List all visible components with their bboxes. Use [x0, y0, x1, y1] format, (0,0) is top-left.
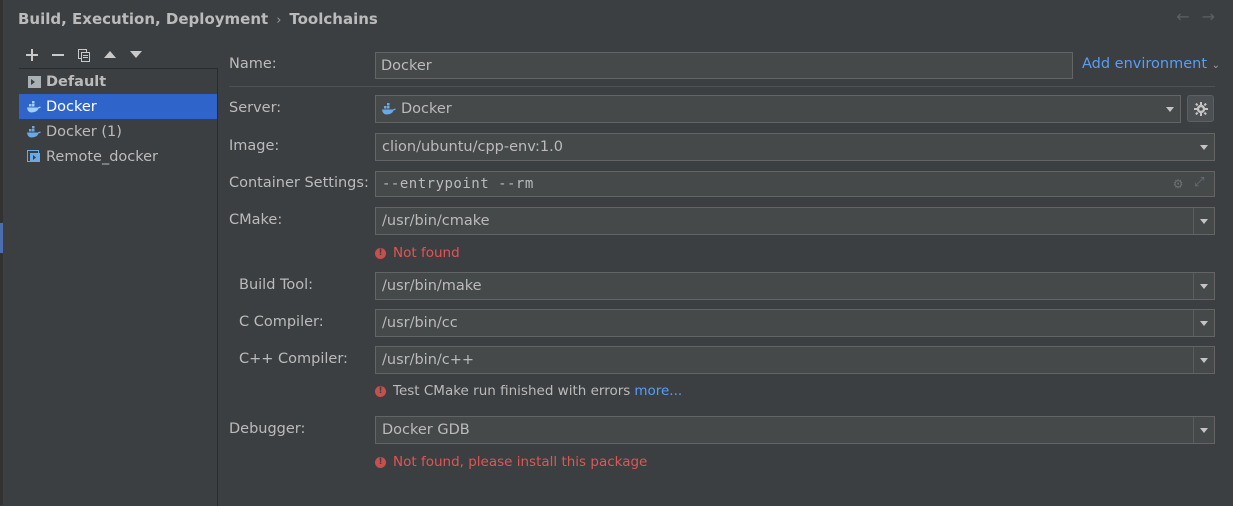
test-cmake-text: Test CMake run finished with errors [393, 383, 631, 399]
gear-icon[interactable]: ⚙ [1173, 177, 1184, 191]
image-label: Image: [229, 138, 280, 154]
add-environment-label: Add environment [1082, 56, 1208, 72]
name-label: Name: [229, 56, 277, 72]
debugger-error: ! Not found, please install this package [375, 454, 647, 470]
debugger-value: Docker GDB [382, 422, 470, 438]
toolchain-label: Default [46, 73, 107, 90]
docker-icon [27, 100, 41, 114]
server-settings-button[interactable] [1187, 95, 1214, 122]
navigation-arrows: ← → [1164, 7, 1215, 26]
toolchain-label: Remote_docker [46, 148, 159, 165]
build-tool-field[interactable]: /usr/bin/make [375, 272, 1215, 300]
copy-icon[interactable] [76, 45, 92, 65]
debugger-error-text: Not found, please install this package [393, 454, 648, 470]
chevron-down-icon[interactable] [1193, 273, 1214, 299]
name-field[interactable]: Docker [375, 52, 1073, 79]
add-environment-link[interactable]: Add environment ⌄ [1082, 56, 1220, 72]
breadcrumb: Build, Execution, Deployment › Toolchains [18, 10, 378, 28]
image-value: clion/ubuntu/cpp-env:1.0 [382, 139, 563, 155]
chevron-down-icon[interactable] [1193, 208, 1214, 234]
docker-icon [27, 125, 41, 139]
cmake-error: ! Not found [375, 245, 460, 261]
server-select[interactable]: Docker [375, 95, 1181, 123]
expand-icon[interactable]: ⤢ [1194, 175, 1205, 190]
divider [229, 86, 1215, 87]
server-value: Docker [401, 101, 452, 117]
chevron-down-icon[interactable] [1193, 310, 1214, 336]
c-compiler-value: /usr/bin/cc [382, 315, 458, 331]
add-icon[interactable] [24, 45, 40, 65]
move-down-icon[interactable] [128, 45, 144, 65]
chevron-down-icon: ⌄ [1211, 60, 1221, 71]
breadcrumb-parent[interactable]: Build, Execution, Deployment [18, 10, 268, 28]
terminal-icon [27, 75, 41, 89]
cpp-compiler-label: C++ Compiler: [239, 351, 348, 367]
remote-icon [27, 150, 41, 164]
toolchain-list: Default Docker Docker (1) Remote_docker [19, 68, 218, 506]
error-icon: ! [375, 247, 386, 259]
more-link[interactable]: more... [634, 383, 682, 399]
debugger-label: Debugger: [229, 421, 306, 437]
test-cmake-message: ! Test CMake run finished with errors mo… [375, 383, 682, 399]
docker-icon [382, 103, 396, 115]
build-tool-label: Build Tool: [239, 277, 314, 293]
toolchain-label: Docker [46, 98, 97, 115]
toolchain-item-docker[interactable]: Docker [19, 94, 217, 119]
c-compiler-field[interactable]: /usr/bin/cc [375, 309, 1215, 337]
forward-arrow-icon[interactable]: → [1202, 7, 1215, 26]
cmake-label: CMake: [229, 212, 283, 228]
cmake-value: /usr/bin/cmake [382, 213, 490, 229]
name-value: Docker [381, 57, 432, 74]
breadcrumb-separator: › [276, 13, 282, 28]
chevron-down-icon[interactable] [1193, 347, 1214, 373]
chevron-down-icon[interactable] [1194, 134, 1214, 160]
toolchain-item-remote-docker[interactable]: Remote_docker [19, 144, 217, 169]
toolchain-label: Docker (1) [46, 123, 122, 140]
container-settings-value: --entrypoint --rm [382, 176, 534, 192]
container-settings-field[interactable]: --entrypoint --rm ⚙ ⤢ [375, 171, 1215, 197]
remove-icon[interactable] [50, 45, 66, 65]
toolchain-item-default[interactable]: Default [19, 69, 217, 94]
cmake-field[interactable]: /usr/bin/cmake [375, 207, 1215, 235]
chevron-down-icon[interactable] [1160, 96, 1180, 122]
breadcrumb-current: Toolchains [289, 10, 378, 28]
container-settings-label: Container Settings: [229, 175, 369, 191]
gear-icon [1193, 101, 1208, 116]
cpp-compiler-value: /usr/bin/c++ [382, 352, 475, 368]
image-select[interactable]: clion/ubuntu/cpp-env:1.0 [375, 133, 1215, 161]
toolchain-toolbar [24, 45, 144, 65]
cmake-error-text: Not found [393, 245, 460, 261]
error-icon: ! [375, 385, 386, 397]
debugger-field[interactable]: Docker GDB [375, 416, 1215, 444]
back-arrow-icon[interactable]: ← [1176, 7, 1189, 26]
scroll-indicator [0, 223, 3, 253]
move-up-icon[interactable] [102, 45, 118, 65]
c-compiler-label: C Compiler: [239, 314, 324, 330]
chevron-down-icon[interactable] [1193, 417, 1214, 443]
server-label: Server: [229, 100, 282, 116]
cpp-compiler-field[interactable]: /usr/bin/c++ [375, 346, 1215, 374]
build-tool-value: /usr/bin/make [382, 278, 482, 294]
toolchain-item-docker-1[interactable]: Docker (1) [19, 119, 217, 144]
error-icon: ! [375, 456, 386, 468]
